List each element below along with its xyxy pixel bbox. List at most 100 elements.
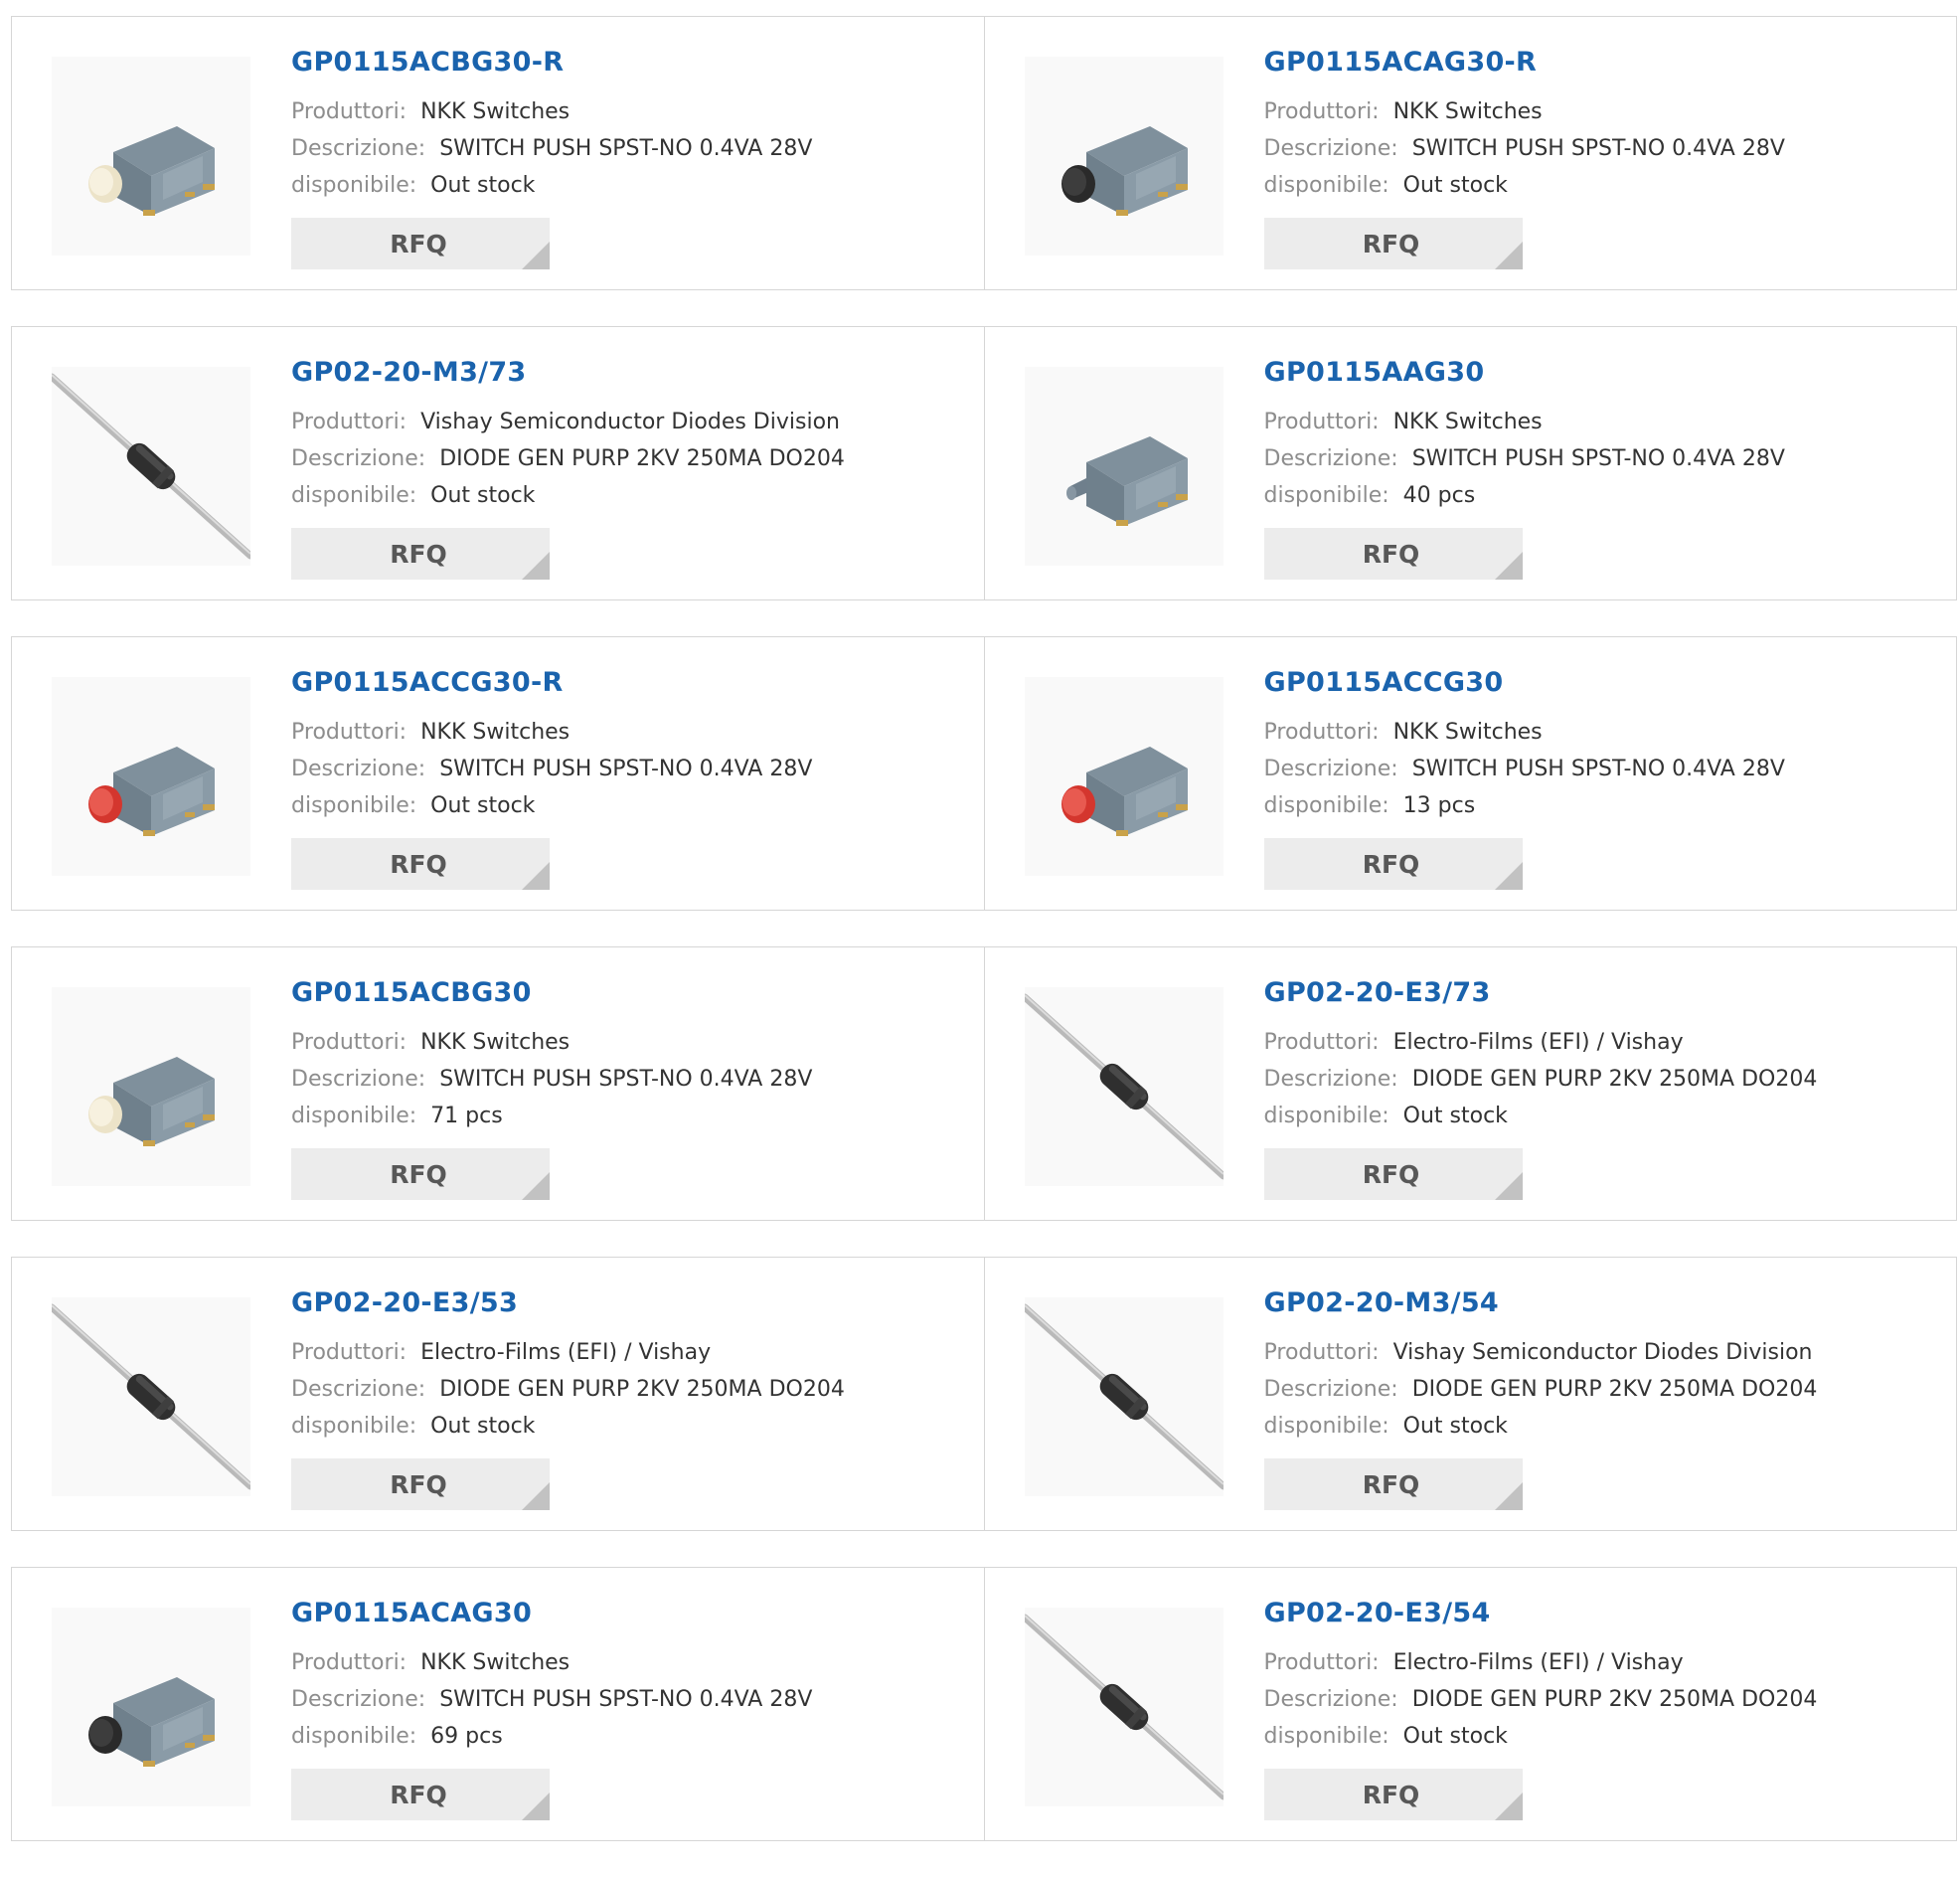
description-row: Descrizione: SWITCH PUSH SPST-NO 0.4VA 28… xyxy=(1264,751,1785,787)
product-image[interactable] xyxy=(1021,987,1226,1186)
rfq-button[interactable]: RFQ xyxy=(291,1458,550,1510)
product-info: Produttori: NKK Switches Descrizione: SWIT… xyxy=(291,1644,812,1755)
corner-triangle-icon xyxy=(1494,552,1523,580)
product-title-link[interactable]: GP0115AAG30 xyxy=(1264,357,1485,388)
product-image[interactable] xyxy=(1024,367,1224,566)
rfq-button[interactable]: RFQ xyxy=(1263,1458,1523,1510)
description-row: Descrizione: SWITCH PUSH SPST-NO 0.4VA 28… xyxy=(291,130,812,167)
description-label: Descrizione: xyxy=(1263,1377,1398,1402)
producer-label: Produttori: xyxy=(1263,1340,1380,1365)
product-info: Produttori: Electro-Films (EFI) / Vishay … xyxy=(1264,1644,1818,1755)
availability-value: 13 pcs xyxy=(1402,793,1476,818)
product-image[interactable] xyxy=(52,57,250,256)
producer-row: Produttori: NKK Switches xyxy=(291,714,812,751)
rfq-button[interactable]: RFQ xyxy=(1263,218,1523,269)
description-label: Descrizione: xyxy=(291,757,426,781)
product-card: GP02-20-E3/54 Produttori: Electro-Films (… xyxy=(984,1567,1957,1841)
product-image[interactable] xyxy=(48,367,254,566)
description-value: SWITCH PUSH SPST-NO 0.4VA 28V xyxy=(439,757,813,781)
producer-value: Electro-Films (EFI) / Vishay xyxy=(1392,1030,1684,1055)
product-row: GP02-20-E3/53 Produttori: Electro-Films (… xyxy=(11,1257,1957,1531)
rfq-button[interactable]: RFQ xyxy=(1263,838,1523,890)
producer-row: Produttori: Electro-Films (EFI) / Vishay xyxy=(1264,1644,1818,1681)
availability-row: disponibile: Out stock xyxy=(291,787,812,824)
producer-value: NKK Switches xyxy=(420,720,571,745)
rfq-button[interactable]: RFQ xyxy=(291,1148,550,1200)
availability-row: disponibile: Out stock xyxy=(1264,167,1785,204)
rfq-button[interactable]: RFQ xyxy=(1263,1769,1523,1820)
product-image[interactable] xyxy=(1021,1608,1226,1806)
producer-row: Produttori: NKK Switches xyxy=(291,1024,812,1061)
product-image[interactable] xyxy=(1021,1297,1226,1496)
rfq-button[interactable]: RFQ xyxy=(1263,528,1523,580)
product-image[interactable] xyxy=(52,677,250,876)
product-card: GP02-20-E3/53 Produttori: Electro-Films (… xyxy=(11,1257,985,1531)
producer-value: NKK Switches xyxy=(1392,99,1543,124)
rfq-label: RFQ xyxy=(390,1780,447,1809)
product-info: Produttori: NKK Switches Descrizione: SWIT… xyxy=(291,1024,812,1134)
rfq-label: RFQ xyxy=(1362,1780,1420,1809)
description-label: Descrizione: xyxy=(291,136,426,161)
availability-row: disponibile: Out stock xyxy=(1264,1408,1818,1445)
availability-row: disponibile: Out stock xyxy=(291,1408,845,1445)
producer-value: NKK Switches xyxy=(420,1030,571,1055)
product-title-link[interactable]: GP0115ACAG30-R xyxy=(1264,47,1538,78)
product-image[interactable] xyxy=(48,1297,254,1496)
product-title-link[interactable]: GP02-20-M3/54 xyxy=(1264,1287,1500,1318)
product-info: Produttori: NKK Switches Descrizione: SWIT… xyxy=(1264,93,1785,204)
description-row: Descrizione: SWITCH PUSH SPST-NO 0.4VA 28… xyxy=(291,1061,812,1098)
availability-value: Out stock xyxy=(1402,1724,1508,1749)
rfq-button[interactable]: RFQ xyxy=(291,838,550,890)
producer-value: Electro-Films (EFI) / Vishay xyxy=(1392,1650,1684,1675)
description-row: Descrizione: DIODE GEN PURP 2KV 250MA DO2… xyxy=(1264,1681,1818,1718)
product-image[interactable] xyxy=(1024,677,1224,876)
corner-triangle-icon xyxy=(522,1792,550,1820)
producer-value: NKK Switches xyxy=(1392,410,1543,434)
producer-value: Vishay Semiconductor Diodes Division xyxy=(420,410,840,434)
product-title-link[interactable]: GP02-20-E3/73 xyxy=(1264,977,1491,1008)
description-value: DIODE GEN PURP 2KV 250MA DO204 xyxy=(1411,1067,1818,1092)
rfq-button[interactable]: RFQ xyxy=(291,218,550,269)
product-image[interactable] xyxy=(52,1608,250,1806)
availability-row: disponibile: 40 pcs xyxy=(1264,477,1785,514)
availability-value: 69 pcs xyxy=(430,1724,503,1749)
product-info: Produttori: Electro-Films (EFI) / Vishay … xyxy=(291,1334,845,1445)
product-title-link[interactable]: GP02-20-E3/54 xyxy=(1264,1598,1491,1628)
corner-triangle-icon xyxy=(1494,1482,1523,1510)
product-image[interactable] xyxy=(52,987,250,1186)
product-info: Produttori: Vishay Semiconductor Diodes D… xyxy=(291,404,845,514)
product-title-link[interactable]: GP02-20-E3/53 xyxy=(291,1287,518,1318)
availability-value: Out stock xyxy=(1402,1104,1508,1128)
availability-row: disponibile: Out stock xyxy=(1264,1098,1818,1134)
producer-value: Electro-Films (EFI) / Vishay xyxy=(420,1340,712,1365)
corner-triangle-icon xyxy=(1494,1792,1523,1820)
availability-value: Out stock xyxy=(430,483,536,508)
product-title-link[interactable]: GP0115ACAG30 xyxy=(291,1598,532,1628)
producer-label: Produttori: xyxy=(291,720,408,745)
product-title-link[interactable]: GP02-20-M3/73 xyxy=(291,357,527,388)
product-image[interactable] xyxy=(1024,57,1224,256)
description-value: SWITCH PUSH SPST-NO 0.4VA 28V xyxy=(439,1687,813,1712)
rfq-label: RFQ xyxy=(1362,1469,1420,1499)
availability-value: Out stock xyxy=(1402,173,1508,198)
producer-row: Produttori: NKK Switches xyxy=(1264,714,1785,751)
availability-value: Out stock xyxy=(430,173,536,198)
producer-row: Produttori: Vishay Semiconductor Diodes D… xyxy=(1264,1334,1818,1371)
availability-row: disponibile: Out stock xyxy=(291,477,845,514)
description-value: SWITCH PUSH SPST-NO 0.4VA 28V xyxy=(1411,136,1785,161)
rfq-label: RFQ xyxy=(1362,1159,1420,1189)
rfq-label: RFQ xyxy=(1362,849,1420,879)
rfq-button[interactable]: RFQ xyxy=(291,1769,550,1820)
corner-triangle-icon xyxy=(522,552,550,580)
description-label: Descrizione: xyxy=(291,446,426,471)
product-title-link[interactable]: GP0115ACBG30 xyxy=(291,977,532,1008)
corner-triangle-icon xyxy=(1494,862,1523,890)
product-title-link[interactable]: GP0115ACCG30-R xyxy=(291,667,564,698)
product-card: GP0115ACAG30 Produttori: NKK Switches Des… xyxy=(11,1567,985,1841)
product-row: GP02-20-M3/73 Produttori: Vishay Semicond… xyxy=(11,326,1957,600)
product-title-link[interactable]: GP0115ACBG30-R xyxy=(291,47,564,78)
product-title-link[interactable]: GP0115ACCG30 xyxy=(1264,667,1504,698)
rfq-button[interactable]: RFQ xyxy=(291,528,550,580)
rfq-button[interactable]: RFQ xyxy=(1263,1148,1523,1200)
product-card: GP0115ACCG30-R Produttori: NKK Switches D… xyxy=(11,636,985,911)
